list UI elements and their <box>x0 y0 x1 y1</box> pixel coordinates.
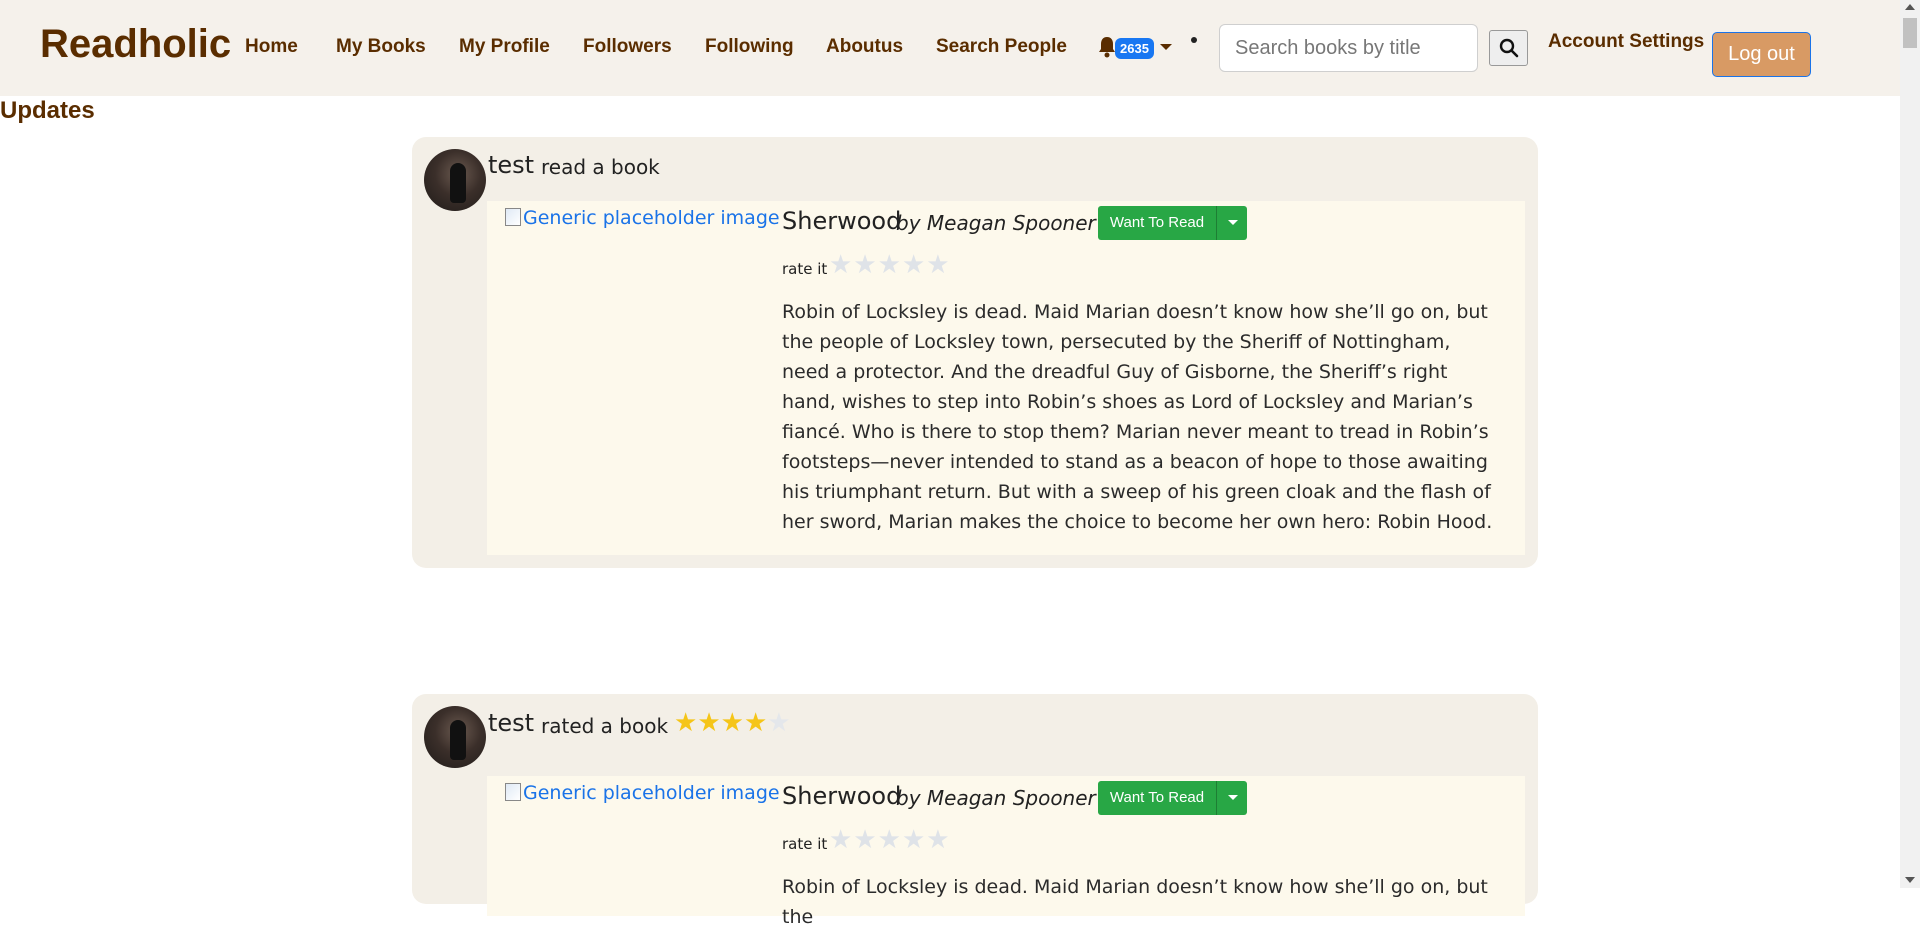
bell-icon[interactable] <box>1097 36 1117 58</box>
star-icon[interactable]: ★ <box>878 825 902 855</box>
rate-it-stars: ★★★★★ <box>829 250 951 280</box>
search-button[interactable] <box>1489 30 1528 66</box>
navbar: Readholic Home My Books My Profile Follo… <box>0 0 1900 96</box>
book-title[interactable]: Sherwood <box>782 207 901 235</box>
star-icon[interactable]: ★ <box>829 250 853 280</box>
star-icon[interactable]: ★ <box>902 250 926 280</box>
book-description: Robin of Locksley is dead. Maid Marian d… <box>782 876 1488 928</box>
book-cover-alt-text: Generic placeholder image <box>523 782 780 804</box>
brand-logo[interactable]: Readholic <box>40 22 231 67</box>
book-entry: Generic placeholder image Sherwood by Me… <box>487 776 1525 928</box>
want-to-read-button[interactable]: Want To Read <box>1098 206 1216 240</box>
star-icon: ★ <box>767 708 791 738</box>
nav-my-profile[interactable]: My Profile <box>459 36 550 58</box>
avatar[interactable] <box>424 706 486 768</box>
feed-user-name[interactable]: test <box>488 151 534 179</box>
shelf-dropdown-toggle[interactable] <box>1216 206 1248 240</box>
scroll-up-arrow-icon[interactable] <box>1905 4 1915 10</box>
broken-image-icon <box>505 783 521 801</box>
notification-count-badge: 2635 <box>1115 38 1154 59</box>
book-entry: Generic placeholder image Sherwood by Me… <box>487 201 1525 555</box>
star-icon: ★ <box>743 708 768 738</box>
nav-following[interactable]: Following <box>705 36 794 58</box>
star-icon[interactable]: ★ <box>926 825 950 855</box>
want-to-read-button-group: Want To Read <box>1098 206 1247 240</box>
nav-home[interactable]: Home <box>245 36 298 58</box>
star-icon[interactable]: ★ <box>853 825 877 855</box>
want-to-read-button-group: Want To Read <box>1098 781 1247 815</box>
book-cover-image[interactable]: Generic placeholder image <box>505 782 780 804</box>
page-title: Updates <box>0 97 95 124</box>
book-cover-image[interactable]: Generic placeholder image <box>505 207 780 229</box>
account-settings-link[interactable]: Account Settings <box>1548 31 1704 53</box>
avatar[interactable] <box>424 149 486 211</box>
logout-button[interactable]: Log out <box>1712 32 1811 77</box>
star-icon[interactable]: ★ <box>926 250 950 280</box>
nav-my-books[interactable]: My Books <box>336 36 426 58</box>
book-title[interactable]: Sherwood <box>782 782 901 810</box>
user-rating-stars: ★★★★★ <box>674 708 791 738</box>
scroll-thumb[interactable] <box>1903 18 1917 48</box>
rate-it-stars: ★★★★★ <box>829 825 951 855</box>
search-input[interactable] <box>1219 24 1478 72</box>
status-dot <box>1191 37 1197 43</box>
star-icon: ★ <box>697 708 721 738</box>
broken-image-icon <box>505 208 521 226</box>
nav-search-people[interactable]: Search People <box>936 36 1067 58</box>
shelf-dropdown-toggle[interactable] <box>1216 781 1248 815</box>
page-scrollbar[interactable] <box>1900 0 1920 888</box>
nav-aboutus[interactable]: Aboutus <box>826 36 903 58</box>
feed-action-text: read a book <box>541 155 660 179</box>
star-icon[interactable]: ★ <box>829 825 853 855</box>
book-cover-alt-text: Generic placeholder image <box>523 207 780 229</box>
want-to-read-button[interactable]: Want To Read <box>1098 781 1216 815</box>
book-description: Robin of Locksley is dead. Maid Marian d… <box>782 301 1493 533</box>
star-icon: ★ <box>720 708 744 738</box>
caret-down-icon[interactable] <box>1160 44 1172 50</box>
star-icon[interactable]: ★ <box>853 250 877 280</box>
rate-it-label: rate it <box>782 835 828 853</box>
feed-card: test read a book Generic placeholder ima… <box>412 137 1538 568</box>
feed-card: test rated a book ★★★★★ Generic placehol… <box>412 694 1538 928</box>
rate-it-label: rate it <box>782 260 828 278</box>
feed-user-name[interactable]: test <box>488 709 534 737</box>
book-author: by Meagan Spooner <box>896 211 1096 235</box>
nav-followers[interactable]: Followers <box>583 36 672 58</box>
star-icon[interactable]: ★ <box>902 825 926 855</box>
star-icon[interactable]: ★ <box>878 250 902 280</box>
search-icon <box>1499 38 1519 58</box>
scroll-down-arrow-icon[interactable] <box>1905 877 1915 883</box>
feed-action-text: rated a book <box>541 714 669 738</box>
star-icon: ★ <box>674 708 698 738</box>
book-author: by Meagan Spooner <box>896 786 1096 810</box>
